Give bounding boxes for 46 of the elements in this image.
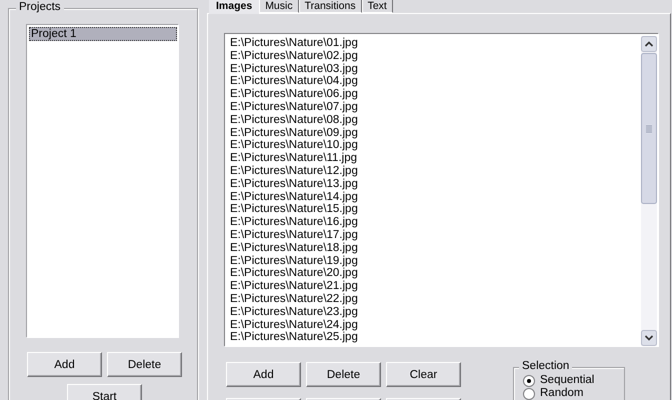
image-button[interactable]: Add bbox=[226, 362, 301, 387]
tab[interactable]: Music bbox=[259, 0, 299, 13]
file-item[interactable]: E:\Pictures\Nature\21.jpg bbox=[230, 280, 641, 293]
file-item[interactable]: E:\Pictures\Nature\13.jpg bbox=[230, 178, 641, 191]
file-item[interactable]: E:\Pictures\Nature\18.jpg bbox=[230, 242, 641, 255]
radio-icon[interactable] bbox=[523, 388, 535, 400]
file-item[interactable]: E:\Pictures\Nature\23.jpg bbox=[230, 306, 641, 319]
file-item[interactable]: E:\Pictures\Nature\11.jpg bbox=[230, 152, 641, 165]
image-button[interactable]: Clear bbox=[386, 362, 461, 387]
radio-label: Random bbox=[540, 387, 584, 400]
project-button[interactable]: Add bbox=[27, 352, 102, 377]
file-item[interactable]: E:\Pictures\Nature\16.jpg bbox=[230, 216, 641, 229]
file-item[interactable]: E:\Pictures\Nature\15.jpg bbox=[230, 203, 641, 216]
start-button[interactable]: Start bbox=[67, 384, 142, 400]
radio-option[interactable]: Sequential bbox=[523, 374, 624, 387]
file-item[interactable]: E:\Pictures\Nature\07.jpg bbox=[230, 100, 641, 114]
file-item[interactable]: E:\Pictures\Nature\25.jpg bbox=[230, 331, 641, 344]
project-item[interactable]: Project 1 bbox=[29, 27, 177, 41]
file-item[interactable]: E:\Pictures\Nature\10.jpg bbox=[230, 139, 641, 152]
file-item[interactable]: E:\Pictures\Nature\06.jpg bbox=[230, 88, 641, 101]
image-button[interactable]: Delete bbox=[306, 362, 381, 387]
file-item[interactable]: E:\Pictures\Nature\09.jpg bbox=[230, 126, 641, 140]
file-item[interactable]: E:\Pictures\Nature\04.jpg bbox=[230, 75, 641, 88]
file-item[interactable]: E:\Pictures\Nature\02.jpg bbox=[230, 50, 641, 63]
file-item[interactable]: E:\Pictures\Nature\01.jpg bbox=[230, 37, 641, 50]
project-button[interactable]: Delete bbox=[107, 352, 182, 377]
project-list[interactable]: Project 1 bbox=[27, 25, 179, 338]
file-item[interactable]: E:\Pictures\Nature\14.jpg bbox=[230, 190, 641, 204]
tab[interactable]: Transitions bbox=[298, 0, 362, 13]
file-item[interactable]: E:\Pictures\Nature\12.jpg bbox=[230, 164, 641, 178]
tab[interactable]: Images bbox=[209, 0, 260, 14]
image-list[interactable] bbox=[225, 34, 659, 347]
radio-label: Sequential bbox=[540, 374, 594, 387]
file-item[interactable]: E:\Pictures\Nature\19.jpg bbox=[230, 254, 641, 268]
file-item[interactable]: E:\Pictures\Nature\24.jpg bbox=[230, 318, 641, 332]
file-item[interactable]: E:\Pictures\Nature\17.jpg bbox=[230, 228, 641, 242]
tab[interactable]: Text bbox=[362, 0, 393, 13]
radio-icon[interactable] bbox=[523, 374, 535, 386]
group-title: Selection bbox=[519, 360, 572, 372]
file-item[interactable]: E:\Pictures\Nature\03.jpg bbox=[230, 62, 641, 76]
file-item[interactable]: E:\Pictures\Nature\08.jpg bbox=[230, 114, 641, 127]
group-title: Projects bbox=[16, 1, 64, 13]
file-item[interactable]: E:\Pictures\Nature\22.jpg bbox=[230, 292, 641, 306]
file-item[interactable]: E:\Pictures\Nature\20.jpg bbox=[230, 267, 641, 280]
radio-option[interactable]: Random bbox=[523, 387, 624, 400]
scrollbar-drawing[interactable] bbox=[641, 36, 657, 346]
